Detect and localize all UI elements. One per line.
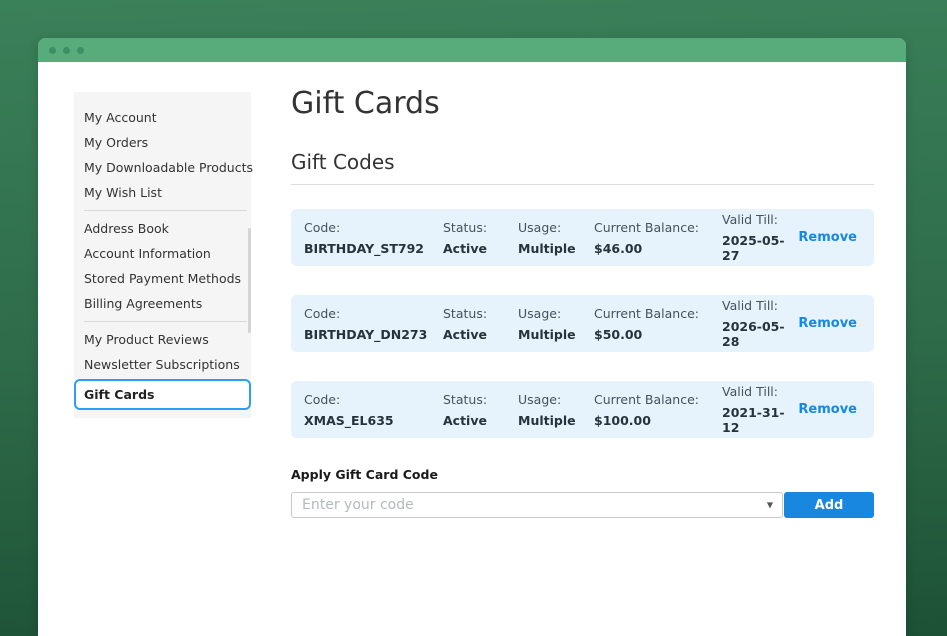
code-label: Code: xyxy=(304,306,443,321)
status-value: Active xyxy=(443,413,518,428)
remove-button[interactable]: Remove xyxy=(798,402,857,417)
balance-label: Current Balance: xyxy=(594,392,722,407)
sidebar-item-my-downloadable-products[interactable]: My Downloadable Products xyxy=(74,155,251,180)
sidebar-divider xyxy=(84,210,247,211)
sidebar-item-my-product-reviews[interactable]: My Product Reviews xyxy=(74,327,251,352)
chevron-down-icon[interactable]: ▼ xyxy=(767,500,773,509)
usage-label: Usage: xyxy=(518,220,594,235)
gift-card-list: Code: BIRTHDAY_ST792 Status: Active Usage:… xyxy=(291,209,874,438)
gift-card-row: Code: BIRTHDAY_DN273 Status: Active Usage:… xyxy=(291,295,874,352)
code-label: Code: xyxy=(304,220,443,235)
window-close-icon[interactable] xyxy=(49,47,56,54)
remove-button[interactable]: Remove xyxy=(798,316,857,331)
apply-gift-card-label: Apply Gift Card Code xyxy=(291,467,874,482)
sidebar-divider xyxy=(84,321,247,322)
balance-value: $50.00 xyxy=(594,327,722,342)
desktop-background: { "sidebar": { "items": [ {"label": "My … xyxy=(0,0,947,636)
remove-button[interactable]: Remove xyxy=(798,230,857,245)
usage-value: Multiple xyxy=(518,413,594,428)
window-titlebar[interactable] xyxy=(38,38,906,62)
balance-label: Current Balance: xyxy=(594,220,722,235)
sidebar-item-newsletter-subscriptions[interactable]: Newsletter Subscriptions xyxy=(74,352,251,377)
window-maximize-icon[interactable] xyxy=(77,47,84,54)
code-label: Code: xyxy=(304,392,443,407)
usage-label: Usage: xyxy=(518,306,594,321)
sidebar-item-gift-cards[interactable]: Gift Cards xyxy=(74,379,251,410)
page-title: Gift Cards xyxy=(291,86,874,122)
balance-value: $46.00 xyxy=(594,241,722,256)
sidebar-item-stored-payment-methods[interactable]: Stored Payment Methods xyxy=(74,266,251,291)
status-label: Status: xyxy=(443,306,518,321)
sidebar-item-my-wish-list[interactable]: My Wish List xyxy=(74,180,251,205)
status-label: Status: xyxy=(443,220,518,235)
sidebar-item-my-orders[interactable]: My Orders xyxy=(74,130,251,155)
valid-till-value: 2026-05-28 xyxy=(722,319,798,349)
usage-value: Multiple xyxy=(518,327,594,342)
sidebar-item-my-account[interactable]: My Account xyxy=(74,105,251,130)
sidebar-scrollbar[interactable] xyxy=(248,228,251,333)
valid-till-label: Valid Till: xyxy=(722,298,798,313)
gift-code-input[interactable] xyxy=(292,493,782,517)
gift-card-row: Code: XMAS_EL635 Status: Active Usage: Mult… xyxy=(291,381,874,438)
gift-card-row: Code: BIRTHDAY_ST792 Status: Active Usage:… xyxy=(291,209,874,266)
balance-value: $100.00 xyxy=(594,413,722,428)
apply-gift-card-form: ▼ Add xyxy=(291,492,874,518)
page-content: My Account My Orders My Downloadable Pro… xyxy=(38,62,906,636)
balance-label: Current Balance: xyxy=(594,306,722,321)
gift-cards-panel: Gift Cards Gift Codes Code: BIRTHDAY_ST79… xyxy=(291,62,874,518)
usage-value: Multiple xyxy=(518,241,594,256)
valid-till-label: Valid Till: xyxy=(722,384,798,399)
status-label: Status: xyxy=(443,392,518,407)
browser-window: My Account My Orders My Downloadable Pro… xyxy=(38,38,906,636)
usage-label: Usage: xyxy=(518,392,594,407)
add-button[interactable]: Add xyxy=(784,492,874,518)
status-value: Active xyxy=(443,327,518,342)
sidebar-item-billing-agreements[interactable]: Billing Agreements xyxy=(74,291,251,316)
valid-till-value: 2021-31-12 xyxy=(722,405,798,435)
section-divider xyxy=(291,184,874,185)
section-title-gift-codes: Gift Codes xyxy=(291,150,874,174)
code-value: BIRTHDAY_ST792 xyxy=(304,241,443,256)
window-minimize-icon[interactable] xyxy=(63,47,70,54)
gift-code-select[interactable]: ▼ xyxy=(291,492,783,518)
valid-till-label: Valid Till: xyxy=(722,212,798,227)
status-value: Active xyxy=(443,241,518,256)
code-value: BIRTHDAY_DN273 xyxy=(304,327,443,342)
sidebar-item-account-information[interactable]: Account Information xyxy=(74,241,251,266)
code-value: XMAS_EL635 xyxy=(304,413,443,428)
valid-till-value: 2025-05-27 xyxy=(722,233,798,263)
sidebar-item-address-book[interactable]: Address Book xyxy=(74,216,251,241)
account-sidebar: My Account My Orders My Downloadable Pro… xyxy=(74,92,251,418)
